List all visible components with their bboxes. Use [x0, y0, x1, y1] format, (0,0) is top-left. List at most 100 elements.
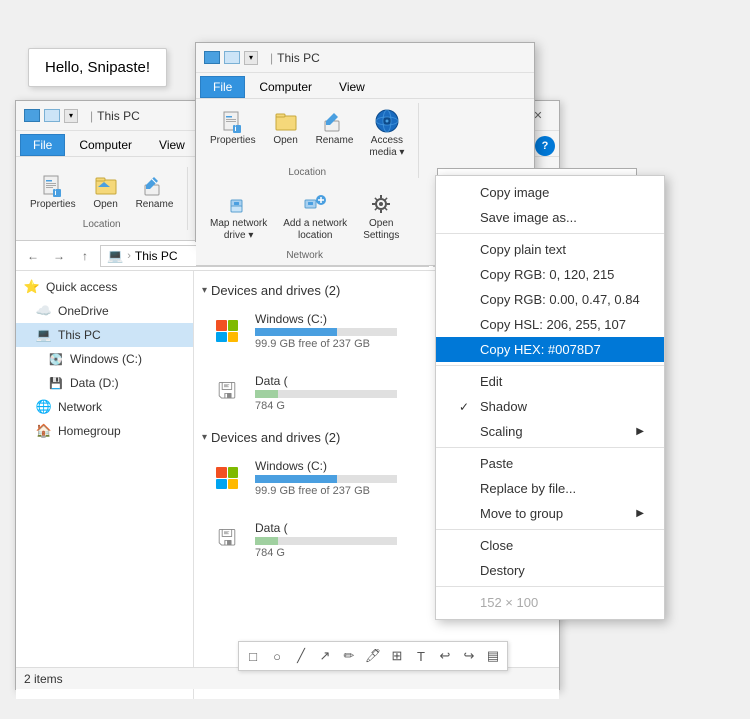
snip-tool-save[interactable]: ▤	[481, 644, 505, 668]
snip-tool-arrow[interactable]: ↗	[313, 644, 337, 668]
main-ribbon-btn-properties[interactable]: i Properties	[24, 167, 82, 215]
ctx-item-copy-rgb2[interactable]: Copy RGB: 0.00, 0.47, 0.84	[436, 287, 664, 312]
snip-tool-marker[interactable]: 🖊	[361, 644, 385, 668]
snipaste-tooltip: Hello, Snipaste!	[28, 48, 167, 87]
ctx-label-copy-plain: Copy plain text	[480, 242, 644, 257]
snip-tool-undo[interactable]: ↩	[433, 644, 457, 668]
sidebar-item-thispc[interactable]: 💻 This PC	[16, 323, 193, 347]
address-pc-icon: 💻	[107, 248, 123, 264]
ctx-label-paste: Paste	[480, 456, 644, 471]
ctx-item-shadow[interactable]: ✓ Shadow	[436, 394, 664, 419]
ctx-item-copy-image[interactable]: Copy image	[436, 180, 664, 205]
sidebar-label-network: Network	[58, 400, 102, 414]
onedrive-icon: ☁️	[36, 303, 52, 319]
sidebar-item-quick-access[interactable]: ⭐ Quick access	[16, 275, 193, 299]
drive-data-d-name-2: Data (	[255, 521, 397, 535]
front-access-icon	[373, 107, 401, 135]
front-title-quick[interactable]: ▾	[244, 51, 258, 65]
drive-data-d-1[interactable]: 🖫 Data ( 784 G	[202, 368, 402, 418]
sidebar-label-onedrive: OneDrive	[58, 304, 109, 318]
front-rename-icon	[320, 107, 348, 135]
front-tab-computer[interactable]: Computer	[246, 76, 325, 98]
drive-data-d-bar-2	[255, 537, 397, 545]
main-back-btn[interactable]: ←	[22, 245, 44, 267]
snip-tool-redo[interactable]: ↪	[457, 644, 481, 668]
main-open-label: Open	[93, 199, 117, 211]
windows-c-icon: 💽	[48, 351, 64, 367]
snip-tool-ellipse[interactable]: ○	[265, 644, 289, 668]
front-btn-addloc[interactable]: Add a networklocation	[277, 186, 353, 246]
main-forward-btn[interactable]: →	[48, 245, 70, 267]
ctx-item-copy-hsl[interactable]: Copy HSL: 206, 255, 107	[436, 312, 664, 337]
main-tab-view[interactable]: View	[146, 134, 198, 156]
snip-tool-line[interactable]: ╱	[289, 644, 313, 668]
ctx-item-replace-file[interactable]: Replace by file...	[436, 476, 664, 501]
front-btn-properties[interactable]: i Properties	[204, 103, 262, 163]
drive-data-d-name-1: Data (	[255, 374, 397, 388]
front-location-label: Location	[288, 167, 326, 178]
front-btn-settings[interactable]: OpenSettings	[357, 186, 405, 246]
thispc-icon: 💻	[36, 327, 52, 343]
drive-windows-c-free-1: 99.9 GB free of 237 GB	[255, 338, 397, 350]
front-open-label: Open	[273, 135, 297, 147]
ctx-item-paste[interactable]: Paste	[436, 451, 664, 476]
section-name-2: Devices and drives (2)	[211, 430, 340, 445]
section-name-1: Devices and drives (2)	[211, 283, 340, 298]
front-btn-open[interactable]: Open	[266, 103, 306, 163]
properties-icon: i	[39, 171, 67, 199]
front-tab-view[interactable]: View	[326, 76, 378, 98]
sidebar-item-data-d[interactable]: 💾 Data (D:)	[16, 371, 193, 395]
snip-tool-mosaic[interactable]: ⊞	[385, 644, 409, 668]
ctx-item-save-image[interactable]: Save image as...	[436, 205, 664, 230]
ctx-item-close[interactable]: Close	[436, 533, 664, 558]
main-tab-computer[interactable]: Computer	[66, 134, 145, 156]
section-toggle-1[interactable]: ▾	[202, 285, 207, 296]
sidebar-label-windows-c: Windows (C:)	[70, 352, 142, 366]
ctx-label-edit: Edit	[480, 374, 644, 389]
snip-tool-pen[interactable]: ✏	[337, 644, 361, 668]
snip-tool-rect[interactable]: □	[241, 644, 265, 668]
drive-data-d-2[interactable]: 🖫 Data ( 784 G	[202, 515, 402, 565]
main-tab-file[interactable]: File	[20, 134, 65, 156]
drive-windows-c-2[interactable]: Windows (C:) 99.9 GB free of 237 GB	[202, 453, 402, 503]
ctx-item-move-group[interactable]: Move to group ▶	[436, 501, 664, 526]
ctx-item-copy-plain[interactable]: Copy plain text	[436, 237, 664, 262]
main-ribbon-btn-open[interactable]: Open	[86, 167, 126, 215]
main-up-btn[interactable]: ↑	[74, 245, 96, 267]
section-toggle-2[interactable]: ▾	[202, 432, 207, 443]
open-icon	[92, 171, 120, 199]
drive-windows-c-1[interactable]: Windows (C:) 99.9 GB free of 237 GB	[202, 306, 402, 356]
front-properties-icon: i	[219, 107, 247, 135]
front-title-text: This PC	[277, 51, 526, 65]
front-btn-map[interactable]: Map networkdrive ▾	[204, 186, 273, 246]
ctx-sep-5	[436, 586, 664, 587]
sidebar-item-network[interactable]: 🌐 Network	[16, 395, 193, 419]
ctx-label-scaling: Scaling	[480, 424, 628, 439]
sidebar-item-onedrive[interactable]: ☁️ OneDrive	[16, 299, 193, 323]
sidebar-item-homegroup[interactable]: 🏠 Homegroup	[16, 419, 193, 443]
front-btn-rename[interactable]: Rename	[310, 103, 360, 163]
ctx-label-copy-hex: Copy HEX: #0078D7	[480, 342, 644, 357]
front-btn-access[interactable]: Accessmedia ▾	[363, 103, 410, 163]
main-ribbon-btn-rename[interactable]: Rename	[130, 167, 180, 215]
ctx-item-copy-rgb1[interactable]: Copy RGB: 0, 120, 215	[436, 262, 664, 287]
main-location-label: Location	[83, 219, 121, 230]
front-settings-icon	[367, 190, 395, 218]
ctx-item-destory[interactable]: Destory	[436, 558, 664, 583]
main-title-quick[interactable]: ▾	[64, 109, 78, 123]
front-open-icon	[272, 107, 300, 135]
windows-c-drive-icon-2	[207, 458, 247, 498]
ctx-item-scaling[interactable]: Scaling ▶	[436, 419, 664, 444]
ctx-label-save-image: Save image as...	[480, 210, 644, 225]
sidebar-item-windows-c[interactable]: 💽 Windows (C:)	[16, 347, 193, 371]
ctx-item-copy-hex[interactable]: Copy HEX: #0078D7	[436, 337, 664, 362]
ctx-item-edit[interactable]: Edit	[436, 369, 664, 394]
snip-tool-text[interactable]: T	[409, 644, 433, 668]
main-help-btn[interactable]: ?	[535, 136, 555, 156]
ctx-sep-4	[436, 529, 664, 530]
windows-c-drive-icon-1	[207, 311, 247, 351]
front-addloc-icon	[301, 190, 329, 218]
front-tab-file[interactable]: File	[200, 76, 245, 98]
front-map-icon	[225, 190, 253, 218]
rename-icon	[140, 171, 168, 199]
